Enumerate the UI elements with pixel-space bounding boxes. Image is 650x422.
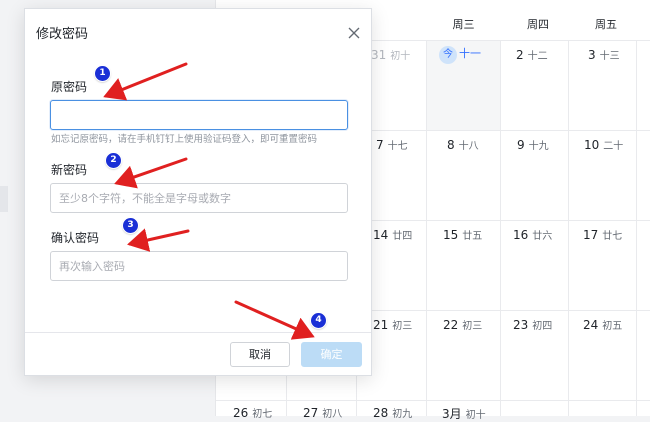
sidebar-collapse-handle[interactable] [0, 186, 8, 212]
day-number: 17 [583, 228, 599, 242]
day-number: 15 [443, 228, 459, 242]
step-marker-1: 1 [95, 66, 110, 81]
weekday-fri: 周五 [595, 18, 617, 31]
calendar-grid-line [426, 40, 427, 416]
confirm-password-label: 确认密码 [51, 231, 100, 245]
lunar-date: 廿五 [462, 231, 483, 242]
lunar-date: 十一 [459, 47, 481, 60]
app-left-edge [0, 0, 26, 416]
lunar-date: 初三 [462, 321, 483, 332]
lunar-date: 初三 [392, 321, 413, 332]
day-number: 23 [513, 318, 529, 332]
lunar-date: 十二 [527, 51, 548, 62]
lunar-date: 十三 [599, 51, 620, 62]
lunar-date: 十九 [528, 141, 549, 152]
calendar-day-cell[interactable]: 3月 初十 [442, 405, 486, 422]
lunar-date: 初八 [322, 409, 343, 420]
confirm-button[interactable]: 确定 [301, 342, 362, 367]
dialog-footer-divider [25, 332, 371, 333]
confirm-password-input[interactable] [50, 251, 348, 281]
day-number: 3月 [442, 407, 462, 421]
calendar-day-cell[interactable]: 15 廿五 [443, 227, 482, 242]
day-number: 7 [376, 138, 384, 152]
new-password-input[interactable] [50, 183, 348, 213]
calendar-grid-line [216, 400, 650, 401]
day-number: 26 [233, 406, 249, 420]
day-number: 28 [373, 406, 389, 420]
day-number: 10 [584, 138, 600, 152]
calendar-day-cell[interactable]: 26 初七 [233, 405, 272, 420]
weekday-thu: 周四 [527, 18, 549, 31]
calendar-grid-line [636, 40, 637, 416]
lunar-date: 廿七 [602, 231, 623, 242]
day-number: 24 [583, 318, 599, 332]
calendar-day-cell[interactable]: 8 十八 [447, 137, 479, 152]
calendar-day-cell[interactable]: 16 廿六 [513, 227, 552, 242]
calendar-day-cell[interactable]: 14 廿四 [373, 227, 412, 242]
calendar-grid-line [568, 40, 569, 416]
cancel-button[interactable]: 取消 [230, 342, 290, 367]
calendar-day-cell[interactable]: 21 初三 [373, 317, 412, 332]
day-number: 14 [373, 228, 389, 242]
day-number: 16 [513, 228, 529, 242]
old-password-label: 原密码 [51, 80, 88, 94]
lunar-date: 初五 [602, 321, 623, 332]
day-number: 22 [443, 318, 459, 332]
weekday-wed: 周三 [452, 18, 475, 31]
day-number: 2 [516, 48, 524, 62]
calendar-day-cell[interactable]: 27 初八 [303, 405, 342, 420]
calendar-day-cell[interactable]: 7 十七 [376, 137, 408, 152]
calendar-day-cell[interactable]: 22 初三 [443, 317, 482, 332]
lunar-date: 初十 [390, 51, 411, 62]
day-number: 27 [303, 406, 319, 420]
step-marker-3: 3 [123, 218, 138, 233]
calendar-day-cell-today[interactable]: 今十一 [439, 45, 481, 64]
calendar-day-cell[interactable]: 31 初十 [371, 47, 410, 62]
step-marker-4: 4 [311, 313, 326, 328]
close-icon [348, 27, 360, 39]
calendar-day-cell[interactable]: 3 十三 [588, 47, 620, 62]
forgot-password-hint: 如忘记原密码，请在手机钉钉上使用验证码登入，即可重置密码 [51, 134, 318, 145]
lunar-date: 二十 [603, 141, 624, 152]
day-number: 3 [588, 48, 596, 62]
calendar-day-cell[interactable]: 10 二十 [584, 137, 623, 152]
close-button[interactable] [347, 25, 361, 39]
calendar-grid-line [500, 40, 501, 416]
dialog-title: 修改密码 [36, 27, 89, 42]
day-number: 21 [373, 318, 389, 332]
day-number: 9 [517, 138, 525, 152]
lunar-date: 十七 [387, 141, 408, 152]
lunar-date: 十八 [458, 141, 479, 152]
lunar-date: 初九 [392, 409, 413, 420]
new-password-label: 新密码 [51, 163, 88, 177]
step-marker-2: 2 [106, 153, 121, 168]
lunar-date: 廿四 [392, 231, 413, 242]
calendar-day-cell[interactable]: 24 初五 [583, 317, 622, 332]
lunar-date: 初四 [532, 321, 553, 332]
lunar-date: 廿六 [532, 231, 553, 242]
day-number: 8 [447, 138, 455, 152]
calendar-day-cell[interactable]: 28 初九 [373, 405, 412, 420]
calendar-day-cell[interactable]: 17 廿七 [583, 227, 622, 242]
calendar-day-cell[interactable]: 23 初四 [513, 317, 552, 332]
old-password-input[interactable] [50, 100, 348, 130]
today-badge: 今 [439, 46, 457, 64]
lunar-date: 初七 [252, 409, 273, 420]
calendar-day-cell[interactable]: 2 十二 [516, 47, 548, 62]
day-number: 31 [371, 48, 387, 62]
calendar-day-cell[interactable]: 9 十九 [517, 137, 549, 152]
